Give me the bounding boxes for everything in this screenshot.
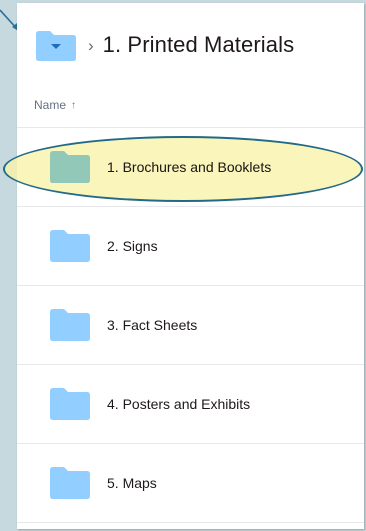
folder-name: 3. Fact Sheets (107, 317, 198, 333)
breadcrumb-folder-button[interactable] (34, 27, 78, 63)
folder-icon (50, 309, 90, 341)
list-item[interactable]: 4. Posters and Exhibits (17, 365, 364, 444)
folder-icon (50, 388, 90, 420)
name-column-label: Name (34, 98, 67, 112)
chevron-right-icon: › (88, 35, 94, 55)
list-item[interactable]: 2. Signs (17, 207, 364, 286)
list-item[interactable]: 3. Fact Sheets (17, 286, 364, 365)
highlight-ellipse (3, 136, 363, 202)
name-column-header[interactable]: Name ↑ (34, 98, 76, 112)
folder-name: 5. Maps (107, 475, 157, 491)
folder-name: 2. Signs (107, 238, 158, 254)
folder-icon (50, 230, 90, 262)
folder-name: 4. Posters and Exhibits (107, 396, 251, 412)
file-browser-panel: › 1. Printed Materials Name ↑ 1. Brochur… (17, 3, 364, 529)
folder-icon (36, 31, 76, 61)
folder-icon (50, 467, 90, 499)
arrow-up-icon: ↑ (71, 99, 77, 111)
list-item[interactable]: 5. Maps (17, 444, 364, 523)
breadcrumb: › 1. Printed Materials (34, 25, 294, 65)
breadcrumb-current-folder[interactable]: 1. Printed Materials (103, 32, 295, 58)
